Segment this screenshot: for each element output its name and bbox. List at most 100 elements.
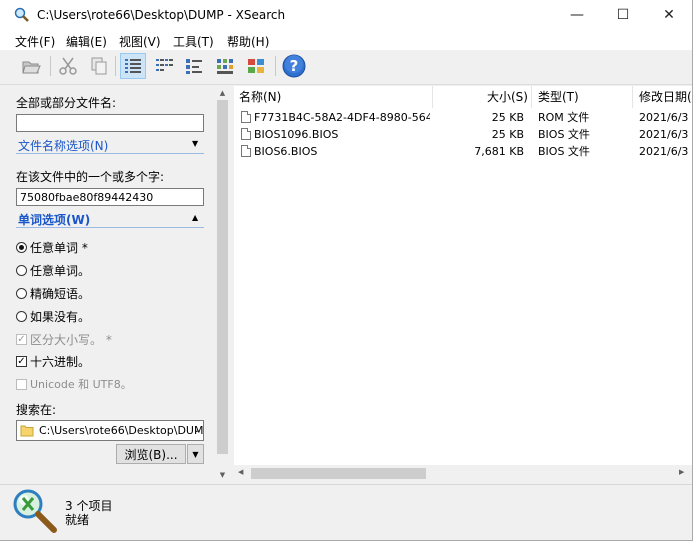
radio-exact-phrase[interactable]: 精确短语。 <box>16 285 90 302</box>
large-icons-view-icon <box>248 59 264 73</box>
column-header-type[interactable]: 类型(T) <box>538 86 579 108</box>
details-view-button[interactable] <box>120 53 146 79</box>
toolbar-separator <box>50 56 51 76</box>
folder-icon <box>20 425 34 437</box>
list-view-button[interactable] <box>151 53 177 79</box>
chevron-down-icon[interactable]: ▼ <box>192 139 198 148</box>
file-date: 2021/6/3 <box>639 111 689 124</box>
status-state: 就绪 <box>65 513 90 527</box>
radio-label: 任意单词。 <box>30 264 91 278</box>
file-icon <box>241 111 251 123</box>
file-size: 25 KB <box>491 128 524 141</box>
copy-button[interactable] <box>86 53 112 79</box>
large-icons-view-button[interactable] <box>243 53 269 79</box>
scroll-left-arrow-icon[interactable]: ◀ <box>238 468 243 476</box>
radio-button[interactable] <box>16 288 27 299</box>
title-bar[interactable]: C:\Users\rote66\Desktop\DUMP - XSearch —… <box>0 0 692 30</box>
search-in-label: 搜索在: <box>16 403 57 417</box>
results-list: 名称(N) 大小(S) 类型(T) 修改日期( F7731B4C-58A2-4D… <box>234 86 692 482</box>
file-name: F7731B4C-58A2-4DF4-8980-564... <box>254 111 430 124</box>
radio-label: 如果没有。 <box>30 310 91 324</box>
app-magnifier-icon <box>14 7 29 22</box>
cut-button[interactable] <box>55 53 81 79</box>
file-name: BIOS6.BIOS <box>254 145 318 158</box>
filename-input[interactable] <box>16 114 204 132</box>
check-hex[interactable]: ✓ 十六进制。 <box>16 353 90 370</box>
scrollbar-thumb[interactable] <box>217 100 228 454</box>
check-case-sensitive[interactable]: ✓ 区分大小写。 * <box>16 331 112 348</box>
filename-options-link[interactable]: 文件名称选项(N) <box>18 137 108 154</box>
minimize-icon: — <box>570 7 584 23</box>
menu-view[interactable]: 视图(V) <box>119 33 161 50</box>
details-view-icon <box>125 59 141 73</box>
minimize-button[interactable]: — <box>554 0 600 30</box>
menu-file[interactable]: 文件(F) <box>15 33 55 50</box>
browse-button[interactable]: 浏览(B)... <box>116 444 186 464</box>
scroll-up-arrow-icon[interactable]: ▲ <box>215 87 230 99</box>
file-size: 7,681 KB <box>474 145 524 158</box>
column-header-size[interactable]: 大小(S) <box>487 86 528 108</box>
radio-button[interactable] <box>16 265 27 276</box>
copy-icon <box>91 57 107 75</box>
chevron-up-icon[interactable]: ▲ <box>192 213 198 222</box>
browse-label: 浏览(B)... <box>124 447 178 462</box>
scroll-down-arrow-icon[interactable]: ▼ <box>215 469 230 481</box>
browse-dropdown-button[interactable]: ▼ <box>187 444 204 464</box>
menu-tools[interactable]: 工具(T) <box>173 33 214 50</box>
chevron-down-icon[interactable]: ⌄ <box>193 425 201 435</box>
help-button[interactable]: ? <box>281 53 307 79</box>
left-panel-scrollbar[interactable]: ▲ ▼ <box>215 86 230 482</box>
window-title: C:\Users\rote66\Desktop\DUMP - XSearch <box>37 8 286 22</box>
thumbnails-view-button[interactable] <box>212 53 238 79</box>
file-name: BIOS1096.BIOS <box>254 128 339 141</box>
radio-any-word-star[interactable]: 任意单词 * <box>16 239 88 256</box>
word-options-link[interactable]: 单词选项(W) <box>18 211 90 228</box>
scroll-right-arrow-icon[interactable]: ▶ <box>679 468 684 476</box>
scrollbar-thumb[interactable] <box>251 468 426 479</box>
list-view-icon <box>156 59 173 71</box>
file-date: 2021/6/3 <box>639 128 689 141</box>
column-separator[interactable] <box>632 86 633 108</box>
toolbar-separator <box>275 56 276 76</box>
content-input[interactable]: 75080fbae80f89442430 <box>16 188 204 206</box>
file-icon <box>241 128 251 140</box>
xsearch-window: C:\Users\rote66\Desktop\DUMP - XSearch —… <box>0 0 693 541</box>
checkbox[interactable]: ✓ <box>16 334 27 345</box>
file-type: BIOS 文件 <box>538 128 590 141</box>
checkbox[interactable] <box>16 378 27 390</box>
checkbox[interactable]: ✓ <box>16 356 27 367</box>
open-folder-button[interactable] <box>18 53 44 79</box>
radio-none[interactable]: 如果没有。 <box>16 308 90 325</box>
menu-bar: 文件(F) 编辑(E) 视图(V) 工具(T) 帮助(H) <box>0 30 692 50</box>
radio-button[interactable] <box>16 242 27 253</box>
results-horizontal-scrollbar[interactable]: ◀ ▶ <box>234 465 692 482</box>
content-label: 在该文件中的一个或多个字: <box>16 170 165 184</box>
close-button[interactable]: ✕ <box>646 0 692 30</box>
file-type: BIOS 文件 <box>538 145 590 158</box>
file-size: 25 KB <box>491 111 524 124</box>
radio-button[interactable] <box>16 311 27 322</box>
column-header-name[interactable]: 名称(N) <box>239 86 281 108</box>
menu-edit[interactable]: 编辑(E) <box>66 33 107 50</box>
radio-any-word[interactable]: 任意单词。 <box>16 262 90 279</box>
radio-label: 精确短语。 <box>30 287 91 301</box>
check-unicode[interactable]: Unicode 和 UTF8。 <box>16 376 132 392</box>
menu-help[interactable]: 帮助(H) <box>227 33 269 50</box>
file-type: ROM 文件 <box>538 111 590 124</box>
maximize-button[interactable]: ☐ <box>600 0 646 30</box>
maximize-icon: ☐ <box>616 7 630 23</box>
table-row[interactable]: BIOS6.BIOS 7,681 KB BIOS 文件 2021/6/3 <box>234 143 692 160</box>
small-icons-view-button[interactable] <box>181 53 207 79</box>
column-separator[interactable] <box>432 86 433 108</box>
svg-text:?: ? <box>290 57 299 75</box>
checkbox-label: 十六进制。 <box>30 355 91 369</box>
checkbox-label: 区分大小写。 * <box>30 333 112 347</box>
toolbar-separator <box>115 56 116 76</box>
search-in-combobox[interactable]: C:\Users\rote66\Desktop\DUMP <box>16 420 204 441</box>
table-row[interactable]: F7731B4C-58A2-4DF4-8980-564... 25 KB ROM… <box>234 109 692 126</box>
section-divider <box>16 227 204 228</box>
column-separator[interactable] <box>531 86 532 108</box>
table-row[interactable]: BIOS1096.BIOS 25 KB BIOS 文件 2021/6/3 <box>234 126 692 143</box>
column-header-date[interactable]: 修改日期( <box>639 86 692 108</box>
help-icon: ? <box>282 54 306 78</box>
